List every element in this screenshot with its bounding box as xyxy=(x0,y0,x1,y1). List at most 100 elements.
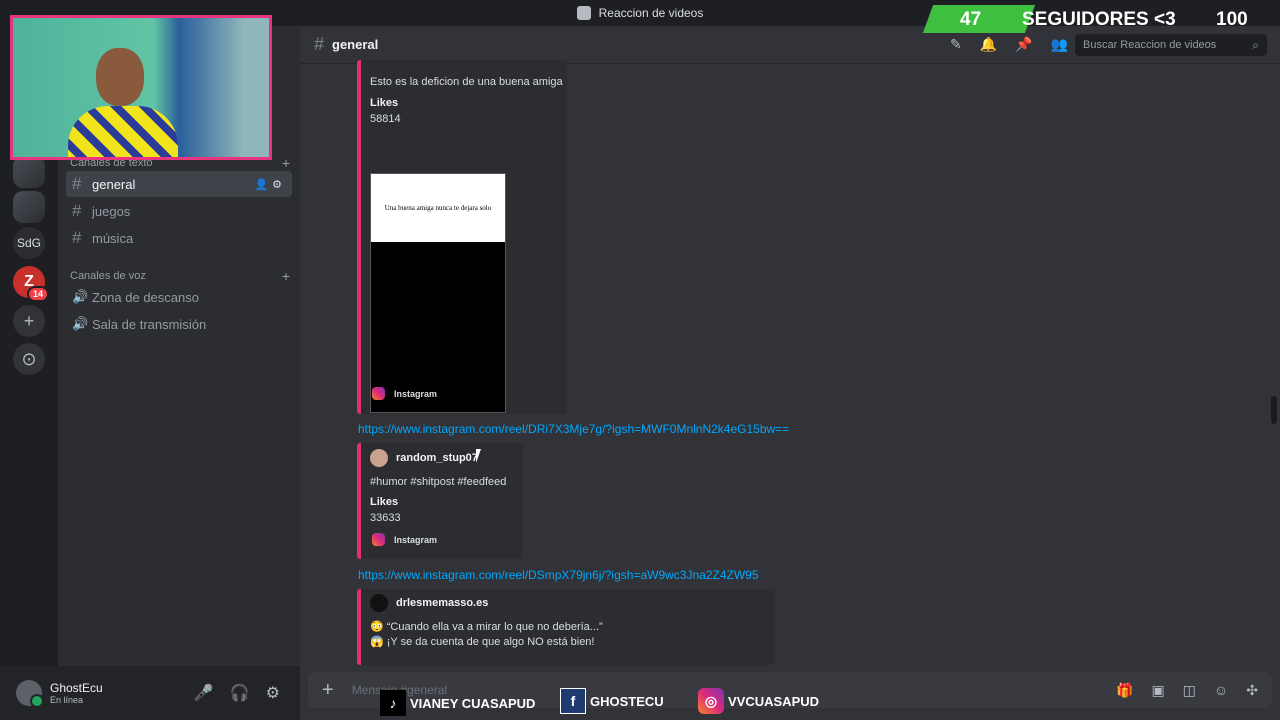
channel-settings-icons[interactable]: 👤⚙ xyxy=(254,178,286,191)
embed-line-2-text: ¡Y se da cuenta de que algo NO está bien… xyxy=(386,636,595,648)
social-overlay: ♪ VIANEY CUASAPUD f GHOSTECU ◎ VVCUASAPU… xyxy=(380,688,830,718)
embed-provider: Instagram xyxy=(372,533,437,546)
instagram-embed-2: random_stup07 #humor #shitpost #feedfeed… xyxy=(357,443,523,559)
app-icon xyxy=(576,6,591,20)
embed-description: Esto es la deficion de una buena amiga xyxy=(370,76,563,88)
embed-likes-label: Likes xyxy=(370,496,399,508)
webcam-overlay xyxy=(10,15,272,160)
instagram-icon xyxy=(372,533,385,546)
instagram-embed-3: drlesmemasso.es 😳 “Cuando ella va a mira… xyxy=(357,589,775,665)
social-tiktok-label: VIANEY CUASAPUD xyxy=(410,695,536,711)
attach-plus-icon[interactable]: + xyxy=(322,679,334,702)
server-z[interactable]: Z 14 xyxy=(13,266,49,302)
provider-label: Instagram xyxy=(394,534,438,545)
pin-icon[interactable]: 📌 xyxy=(1015,36,1032,53)
user-panel: GhostEcu En línea 🎤 🎧 ⚙ xyxy=(0,666,300,720)
facebook-icon: f xyxy=(560,688,586,714)
follower-goal-overlay: 47 SEGUIDORES <3 100 xyxy=(922,5,1274,33)
search-input[interactable]: Buscar Reaccion de videos ⌕ xyxy=(1075,34,1267,56)
members-icon[interactable]: 👥 xyxy=(1051,36,1068,53)
channel-musica-label: música xyxy=(92,230,134,246)
settings-gear-icon[interactable]: ⚙ xyxy=(266,683,280,703)
gift-icon[interactable]: 🎁 xyxy=(1116,682,1133,699)
embed-line-1: 😳 “Cuando ella va a mirar lo que no debe… xyxy=(370,621,603,633)
hash-icon: # xyxy=(72,174,82,193)
unread-badge: 14 xyxy=(26,286,49,302)
embed-author[interactable]: drlesmemasso.es xyxy=(370,594,488,612)
social-facebook-label: GHOSTECU xyxy=(590,693,664,709)
user-status: En línea xyxy=(50,695,84,705)
bell-icon[interactable]: 🔔 xyxy=(980,36,997,53)
add-server-icon[interactable]: + xyxy=(13,305,45,337)
search-icon: ⌕ xyxy=(1252,37,1259,52)
user-info[interactable]: GhostEcu En línea xyxy=(50,681,103,705)
chat-main: # general ✎ 🔔 📌 👥 Buscar Reaccion de vid… xyxy=(300,26,1280,720)
voice-channel-transmision-label: Sala de transmisión xyxy=(92,316,207,332)
voice-category-header[interactable]: Canales de voz + xyxy=(70,268,290,284)
embed-likes-label: Likes xyxy=(370,97,399,109)
gif-icon[interactable]: ▣ xyxy=(1151,682,1164,699)
streamer-head xyxy=(96,48,144,106)
add-text-channel-icon[interactable]: + xyxy=(282,155,290,171)
add-server-glyph: + xyxy=(23,310,35,331)
microphone-icon[interactable]: 🎤 xyxy=(194,683,214,703)
user-name: GhostEcu xyxy=(50,681,103,695)
user-controls: 🎤 🎧 ⚙ xyxy=(194,683,280,703)
channel-juegos[interactable]: # juegos xyxy=(66,198,292,224)
voice-channel-transmision[interactable]: 🔊 Sala de transmisión xyxy=(66,311,292,337)
video-thumbnail[interactable]: Una buena amiga nunca te dejara solo xyxy=(370,173,506,413)
channel-title: general xyxy=(332,37,379,52)
emoji-icon[interactable]: ☺ xyxy=(1214,682,1228,699)
channel-general[interactable]: # general 👤⚙ xyxy=(66,171,292,197)
social-facebook: f GHOSTECU xyxy=(560,688,664,714)
instagram-link-2[interactable]: https://www.instagram.com/reel/DRi7X3Mje… xyxy=(358,422,789,436)
tiktok-icon: ♪ xyxy=(380,690,406,716)
instagram-icon: ◎ xyxy=(698,688,724,714)
social-instagram: ◎ VVCUASAPUD xyxy=(698,688,819,714)
hash-icon: # xyxy=(72,201,82,220)
author-name: random_stup07 xyxy=(396,452,478,464)
follower-label: SEGUIDORES <3 xyxy=(1022,9,1176,30)
embed-likes-value: 58814 xyxy=(370,113,401,125)
threads-icon[interactable]: ✎ xyxy=(950,36,962,53)
embed-line-2: 😱 ¡Y se da cuenta de que algo NO está bi… xyxy=(370,636,595,648)
embed-line-1-text: “Cuando ella va a mirar lo que no deberí… xyxy=(386,621,603,633)
follower-goal: 100 xyxy=(1216,9,1248,30)
server-sdg[interactable]: SdG xyxy=(13,227,45,259)
window-title: Reaccion de videos xyxy=(598,6,704,20)
provider-label: Instagram xyxy=(394,388,438,399)
server-icon-1[interactable] xyxy=(13,156,45,188)
apps-icon[interactable]: ✣ xyxy=(1246,682,1258,699)
channel-musica[interactable]: # música xyxy=(66,225,292,251)
speaker-icon: 🔊 xyxy=(72,316,89,331)
explore-icon[interactable]: ⊙ xyxy=(13,343,45,375)
server-icon-ghost[interactable] xyxy=(13,191,45,223)
headphones-icon[interactable]: 🎧 xyxy=(230,683,250,703)
embed-provider: Instagram xyxy=(372,387,437,400)
embed-description: #humor #shitpost #feedfeed xyxy=(370,476,507,488)
mouse-cursor xyxy=(476,449,481,463)
social-tiktok: ♪ VIANEY CUASAPUD xyxy=(380,690,535,716)
social-instagram-label: VVCUASAPUD xyxy=(728,693,820,709)
follower-count: 47 xyxy=(960,9,982,30)
author-avatar xyxy=(370,594,388,612)
add-voice-channel-icon[interactable]: + xyxy=(282,268,290,284)
instagram-icon xyxy=(372,387,385,400)
voice-channel-descanso[interactable]: 🔊 Zona de descanso xyxy=(66,284,292,310)
sticker-icon[interactable]: ◫ xyxy=(1183,682,1196,699)
hash-icon: # xyxy=(72,228,82,247)
voice-category-label: Canales de voz xyxy=(70,270,146,282)
streamer-shirt xyxy=(68,106,178,157)
embed-likes-value: 33633 xyxy=(370,512,401,524)
author-avatar xyxy=(370,449,388,467)
search-placeholder: Buscar Reaccion de videos xyxy=(1083,39,1217,51)
instagram-link-3[interactable]: https://www.instagram.com/reel/DSmpX79jn… xyxy=(358,568,759,582)
instagram-embed-1: Esto es la deficion de una buena amiga L… xyxy=(357,60,567,414)
avatar[interactable] xyxy=(16,680,44,708)
scrollbar-thumb[interactable] xyxy=(1271,396,1277,424)
embed-author[interactable]: random_stup07 xyxy=(370,449,478,467)
channel-general-label: general xyxy=(92,176,136,192)
channel-juegos-label: juegos xyxy=(92,203,131,219)
header-toolbar: ✎ 🔔 📌 👥 xyxy=(950,36,1068,53)
server-sdg-label: SdG xyxy=(16,236,41,250)
